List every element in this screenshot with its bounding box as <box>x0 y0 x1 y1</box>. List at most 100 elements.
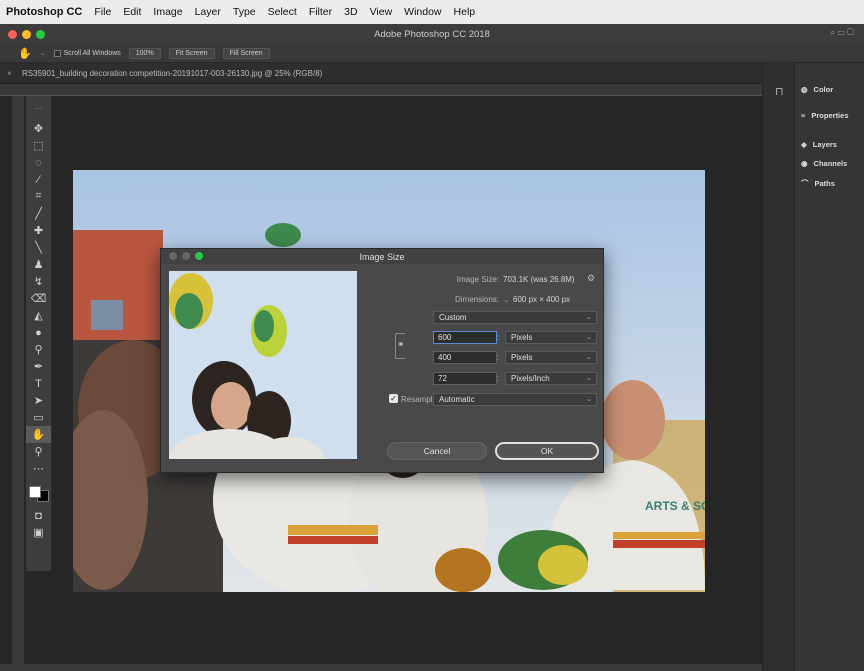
menu-edit[interactable]: Edit <box>123 6 141 18</box>
panel-color[interactable]: ◍ Color <box>801 85 833 94</box>
zoom-100-button[interactable]: 100% <box>128 47 161 59</box>
menu-bar: Photoshop CC File Edit Image Layer Type … <box>0 0 864 24</box>
fill-screen-button[interactable]: Fill Screen <box>222 47 270 59</box>
menu-select[interactable]: Select <box>268 6 297 18</box>
fit-to-select[interactable]: Custom ⌄ <box>433 311 597 324</box>
panel-channels-label: Channels <box>813 159 848 168</box>
more-tools-icon[interactable]: ⋯ <box>26 460 51 477</box>
panel-properties[interactable]: ≡ Properties <box>801 111 849 120</box>
width-input[interactable]: 600 <box>433 331 497 344</box>
foreground-color-swatch[interactable] <box>28 486 41 498</box>
fit-screen-button[interactable]: Fit Screen <box>168 47 215 59</box>
dialog-titlebar[interactable]: Image Size <box>161 249 603 264</box>
workspace-icons[interactable]: ⌕ ▭ ▢ <box>830 27 854 38</box>
dimensions-label: Dimensions: <box>454 295 499 304</box>
hand-tool-preset-icon[interactable]: ✋ <box>18 47 32 60</box>
chevron-down-icon: ⌄ <box>586 314 592 321</box>
screen-mode-icon[interactable]: ▣ <box>26 524 51 541</box>
dialog-close-button[interactable] <box>169 252 177 260</box>
width-unit-value: Pixels <box>511 333 533 342</box>
pen-tool-icon[interactable]: ✒ <box>26 358 51 375</box>
brush-tool-icon[interactable]: ╲ <box>26 239 51 256</box>
menu-3d[interactable]: 3D <box>344 6 357 18</box>
height-input[interactable]: 400 <box>433 351 497 364</box>
minimize-window-button[interactable] <box>22 30 31 39</box>
menu-view[interactable]: View <box>370 6 393 18</box>
hand-tool-icon[interactable]: ✋ <box>26 426 51 443</box>
crop-tool-icon[interactable]: ⌗ <box>26 188 51 205</box>
dialog-minimize-button[interactable] <box>182 252 190 260</box>
ok-button[interactable]: OK <box>495 442 599 460</box>
tools-panel: ⋯ ✥ ⬚ ◌ ⁄ ⌗ ╱ ✚ ╲ ♟ ↯ ⌫ ◭ ● ⚲ ✒ T ➤ ▭ ✋ … <box>26 96 52 571</box>
channels-panel-icon: ◉ <box>801 159 808 168</box>
menu-help[interactable]: Help <box>454 6 476 18</box>
chevron-down-icon: ⌄ <box>586 396 592 403</box>
app-menu[interactable]: Photoshop CC <box>6 6 82 18</box>
lasso-tool-icon[interactable]: ◌ <box>26 154 51 171</box>
toolbar-grip[interactable]: ⋯ <box>26 96 51 120</box>
type-tool-icon[interactable]: T <box>26 375 51 392</box>
panel-color-label: Color <box>813 85 834 94</box>
resample-select[interactable]: Automatic ⌄ <box>433 393 597 406</box>
menu-file[interactable]: File <box>94 6 111 18</box>
document-tab[interactable]: × RS35901_building decoration competitio… <box>0 63 762 84</box>
status-bar <box>0 664 762 671</box>
menu-window[interactable]: Window <box>404 6 441 18</box>
menu-filter[interactable]: Filter <box>309 6 332 18</box>
resolution-unit-value: Pixels/Inch <box>511 374 550 383</box>
healing-brush-tool-icon[interactable]: ✚ <box>26 222 51 239</box>
dimensions-chevron-icon[interactable]: ⌄ <box>503 295 510 304</box>
eraser-tool-icon[interactable]: ⌫ <box>26 290 51 307</box>
blur-tool-icon[interactable]: ● <box>26 324 51 341</box>
panel-layers[interactable]: ◈ Layers <box>801 140 837 149</box>
maximize-window-button[interactable] <box>36 30 45 39</box>
zoom-tool-icon[interactable]: ⚲ <box>26 443 51 460</box>
cancel-button[interactable]: Cancel <box>387 442 487 460</box>
chevron-down-icon: ⌄ <box>586 334 592 341</box>
close-window-button[interactable] <box>8 30 17 39</box>
panel-paths[interactable]: ⌒ Paths <box>801 178 835 189</box>
close-tab-icon[interactable]: × <box>7 69 12 78</box>
history-panel-icon[interactable]: ⊓ <box>775 85 784 98</box>
dimensions-value: 600 px × 400 px <box>513 295 571 304</box>
image-size-dialog: Image Size Image Size: 703.1K (was 26.8M… <box>160 248 604 473</box>
paint-bucket-tool-icon[interactable]: ◭ <box>26 307 51 324</box>
settings-gear-icon[interactable]: ⚙ <box>587 273 595 284</box>
eyedropper-tool-icon[interactable]: ╱ <box>26 205 51 222</box>
chevron-down-icon[interactable]: ⌄ <box>40 49 46 57</box>
dodge-tool-icon[interactable]: ⚲ <box>26 341 51 358</box>
magic-wand-tool-icon[interactable]: ⁄ <box>26 171 51 188</box>
shirt-text: ARTS & SCIENCES <box>645 499 705 513</box>
move-tool-icon[interactable]: ✥ <box>26 120 51 137</box>
marquee-tool-icon[interactable]: ⬚ <box>26 137 51 154</box>
height-unit-value: Pixels <box>511 353 533 362</box>
preview-illustration <box>169 271 357 459</box>
chevron-down-icon: ⌄ <box>586 354 592 361</box>
height-unit-select[interactable]: Pixels ⌄ <box>505 351 597 364</box>
dialog-zoom-button[interactable] <box>195 252 203 260</box>
panel-paths-label: Paths <box>814 179 835 188</box>
resolution-unit-select[interactable]: Pixels/Inch ⌄ <box>505 372 597 385</box>
menu-layer[interactable]: Layer <box>195 6 221 18</box>
vertical-ruler <box>12 96 24 671</box>
scroll-all-windows-checkbox[interactable]: Scroll All Windows <box>53 49 121 57</box>
menu-image[interactable]: Image <box>153 6 182 18</box>
width-unit-select[interactable]: Pixels ⌄ <box>505 331 597 344</box>
quick-mask-icon[interactable]: ◘ <box>26 507 51 524</box>
panel-channels[interactable]: ◉ Channels <box>801 159 847 168</box>
horizontal-ruler <box>0 84 762 96</box>
resolution-input[interactable]: 72 <box>433 372 497 385</box>
image-size-label: Image Size: <box>456 275 499 284</box>
image-preview[interactable] <box>169 271 357 459</box>
rectangle-tool-icon[interactable]: ▭ <box>26 409 51 426</box>
color-swatches[interactable] <box>26 477 51 507</box>
path-selection-tool-icon[interactable]: ➤ <box>26 392 51 409</box>
image-size-value: 703.1K (was 26.8M) <box>503 275 575 284</box>
menu-type[interactable]: Type <box>233 6 256 18</box>
color-panel-icon: ◍ <box>801 85 808 94</box>
clone-stamp-tool-icon[interactable]: ♟ <box>26 256 51 273</box>
history-brush-tool-icon[interactable]: ↯ <box>26 273 51 290</box>
resample-checkbox[interactable]: ✓ <box>389 394 398 403</box>
panel-strip: ⊓ <box>763 63 795 671</box>
panel-layers-label: Layers <box>812 140 837 149</box>
